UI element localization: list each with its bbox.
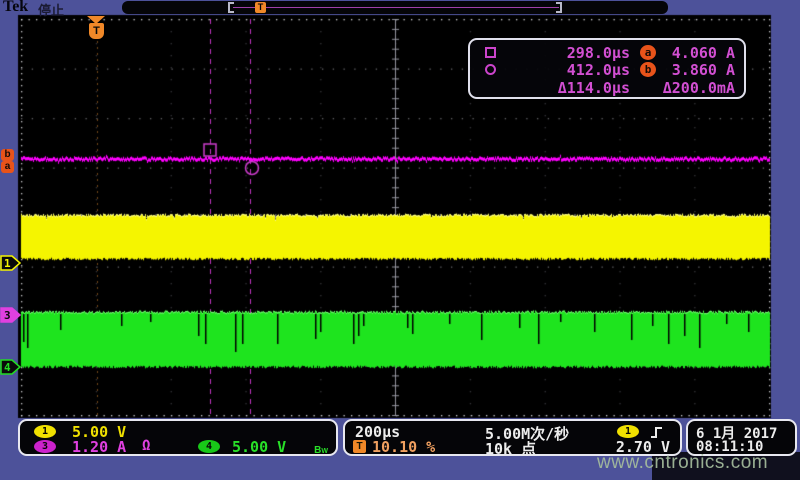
svg-text:3: 3 bbox=[4, 309, 11, 322]
trigger-position-marker: T bbox=[89, 23, 104, 39]
cursor-readout-panel: 298.0µs 412.0µs Δ114.0µs a b 4.060 A 3.8… bbox=[468, 38, 746, 99]
cursor-b-circle-icon bbox=[485, 64, 496, 75]
record-trigger-icon: T bbox=[255, 2, 266, 13]
brand-logo: Tek bbox=[3, 0, 28, 16]
record-window-right-bracket bbox=[556, 2, 562, 13]
cursor-a-time: 298.0µs bbox=[504, 44, 630, 60]
svg-text:4: 4 bbox=[4, 361, 11, 374]
record-view-bar: T bbox=[122, 1, 668, 14]
channel3-position-marker: 3 bbox=[0, 307, 22, 323]
top-status-bar: Tek 停止 T bbox=[0, 0, 800, 15]
acquisition-status: 停止 bbox=[38, 0, 64, 19]
channel3-badge: 3 bbox=[34, 440, 56, 453]
bandwidth-limit-icon: BW bbox=[314, 440, 328, 458]
record-length-readout: 10k 点 bbox=[485, 438, 536, 459]
channel-scales-panel: 1 5.00 V 3 1.20 A Ω 4 5.00 V BW bbox=[18, 419, 338, 456]
cursor-a-value: 4.060 A bbox=[631, 44, 735, 60]
cursor-delta-time: Δ114.0µs bbox=[504, 79, 630, 95]
svg-text:1: 1 bbox=[4, 257, 11, 270]
channel1-badge: 1 bbox=[34, 425, 56, 438]
trigger-source-badge: 1 bbox=[617, 425, 639, 438]
cursor-a-square-icon bbox=[485, 47, 496, 58]
datetime-panel: 6 1月 2017 08:11:10 bbox=[686, 419, 797, 456]
trigger-position-icon: T bbox=[353, 440, 366, 453]
channel4-position-marker: 4 bbox=[0, 359, 22, 375]
channel1-position-marker: 1 bbox=[0, 255, 22, 271]
channel4-scale: 5.00 V bbox=[232, 438, 286, 456]
channel3-coupling-ohm: Ω bbox=[142, 438, 150, 454]
channel3-scale: 1.20 A bbox=[72, 438, 126, 456]
cursor-b-time: 412.0µs bbox=[504, 61, 630, 77]
rising-edge-icon bbox=[650, 425, 664, 439]
cursor-a-level-marker: a bbox=[1, 161, 14, 173]
record-window-left-bracket bbox=[228, 2, 234, 13]
channel4-badge: 4 bbox=[198, 440, 220, 453]
watermark-text: www.cntronics.com bbox=[597, 452, 768, 474]
cursor-delta-value: Δ200.0mA bbox=[631, 79, 735, 95]
horizontal-trigger-panel: 200µs 5.00M次/秒 1 T 10.10 % 10k 点 2.70 V bbox=[343, 419, 682, 456]
record-waveform-line bbox=[233, 7, 559, 8]
cursor-b-value: 3.860 A bbox=[631, 61, 735, 77]
trigger-position-percent: 10.10 % bbox=[372, 438, 435, 456]
cursor-b-level-marker: b bbox=[1, 149, 14, 161]
